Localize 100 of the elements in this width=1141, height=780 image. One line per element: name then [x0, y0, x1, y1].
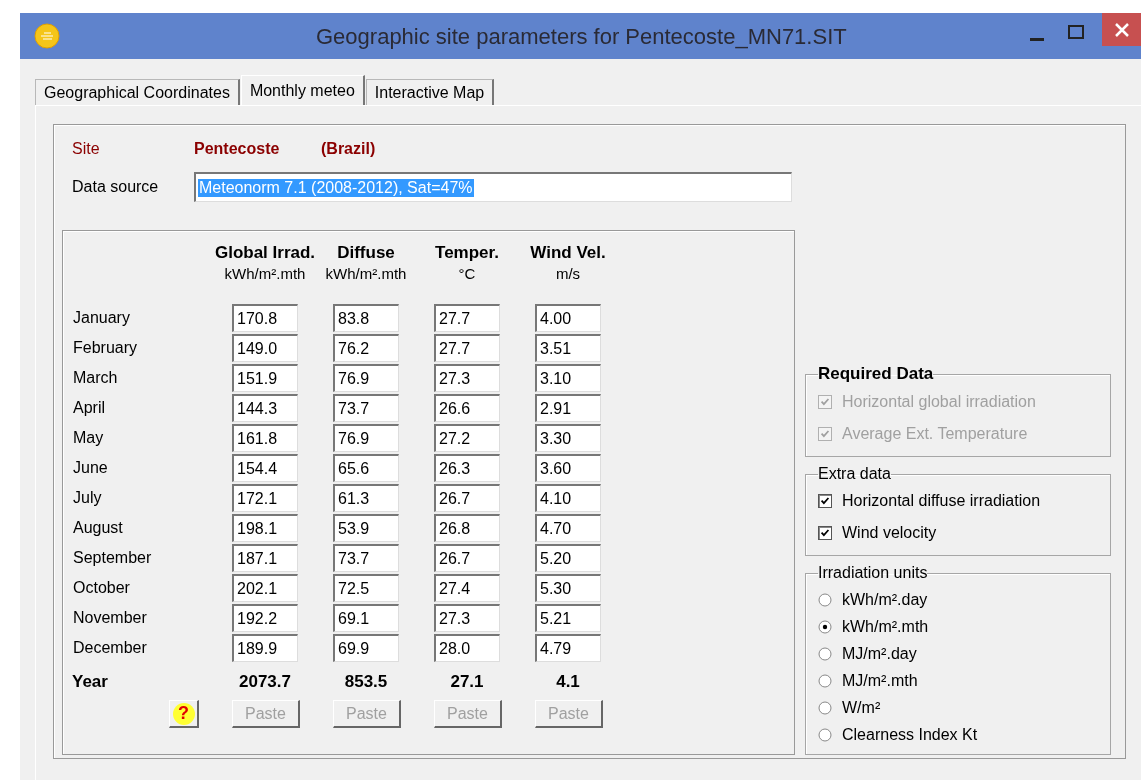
value-field[interactable]: 149.0: [232, 334, 298, 362]
radio-button[interactable]: [818, 727, 832, 742]
column-header: Temper.: [435, 243, 499, 263]
value-field[interactable]: 172.1: [232, 484, 298, 512]
value-field[interactable]: 202.1: [232, 574, 298, 602]
window-title: Geographic site parameters for Pentecoste_MN71.SIT: [316, 24, 847, 50]
year-label: Year: [72, 672, 109, 692]
radio-button[interactable]: [818, 673, 832, 688]
month-label: July: [72, 489, 103, 507]
month-label: March: [72, 369, 119, 387]
radio-label[interactable]: kWh/m².mth: [842, 617, 929, 636]
radio-label[interactable]: kWh/m².day: [842, 590, 928, 609]
close-icon: [1114, 21, 1130, 38]
group-title: Extra data: [818, 465, 891, 483]
value-field[interactable]: 65.6: [333, 454, 399, 482]
year-total: 4.1: [556, 672, 580, 692]
value-field[interactable]: 2.91: [535, 394, 601, 422]
value-field[interactable]: 26.8: [434, 514, 500, 542]
value-field[interactable]: 27.4: [434, 574, 500, 602]
radio-label[interactable]: Clearness Index Kt: [842, 725, 978, 744]
column-header: Diffuse: [337, 243, 395, 263]
column-header: Global Irrad.: [214, 243, 316, 263]
value-field[interactable]: 73.7: [333, 394, 399, 422]
year-total: 853.5: [344, 672, 388, 692]
column-unit: °C: [458, 265, 476, 282]
value-field[interactable]: 5.20: [535, 544, 601, 572]
tab[interactable]: Monthly meteo: [240, 75, 365, 105]
value-field[interactable]: 151.9: [232, 364, 298, 392]
value-field[interactable]: 5.21: [535, 604, 601, 632]
value-field[interactable]: 27.7: [434, 304, 500, 332]
value-field[interactable]: 76.2: [333, 334, 399, 362]
help-button[interactable]: ?: [169, 700, 199, 728]
value-field[interactable]: 189.9: [232, 634, 298, 662]
value-field[interactable]: 27.2: [434, 424, 500, 452]
value-field[interactable]: 76.9: [333, 364, 399, 392]
value-field[interactable]: 198.1: [232, 514, 298, 542]
value-field[interactable]: 192.2: [232, 604, 298, 632]
value-field[interactable]: 3.10: [535, 364, 601, 392]
month-label: April: [72, 399, 106, 417]
month-label: November: [72, 609, 148, 627]
group-title: Required Data: [818, 364, 934, 384]
month-label: September: [72, 549, 153, 567]
value-field[interactable]: 3.30: [535, 424, 601, 452]
value-field[interactable]: 28.0: [434, 634, 500, 662]
value-field[interactable]: 4.00: [535, 304, 601, 332]
value-field[interactable]: 170.8: [232, 304, 298, 332]
month-label: January: [72, 309, 131, 327]
column-header: Wind Vel.: [530, 243, 606, 263]
column-unit: kWh/m².mth: [224, 265, 306, 282]
value-field[interactable]: 27.3: [434, 604, 500, 632]
value-field[interactable]: 73.7: [333, 544, 399, 572]
value-field[interactable]: 144.3: [232, 394, 298, 422]
value-field[interactable]: 61.3: [333, 484, 399, 512]
value-field[interactable]: 26.6: [434, 394, 500, 422]
year-total: 2073.7: [239, 672, 291, 692]
value-field[interactable]: 27.3: [434, 364, 500, 392]
value-field[interactable]: 69.1: [333, 604, 399, 632]
maximize-icon[interactable]: [1068, 25, 1084, 39]
value-field[interactable]: 26.3: [434, 454, 500, 482]
value-field[interactable]: 154.4: [232, 454, 298, 482]
radio-button[interactable]: [818, 700, 832, 715]
month-label: February: [72, 339, 139, 357]
close-button[interactable]: [1102, 13, 1141, 46]
checkbox[interactable]: [818, 494, 832, 508]
value-field[interactable]: 26.7: [434, 544, 500, 572]
radio-label[interactable]: MJ/m².mth: [842, 671, 918, 690]
checkbox[interactable]: [818, 526, 832, 540]
month-label: October: [72, 579, 131, 597]
value-field[interactable]: 72.5: [333, 574, 399, 602]
radio-button[interactable]: [818, 592, 832, 607]
value-field[interactable]: 4.10: [535, 484, 601, 512]
site-country: (Brazil): [321, 140, 376, 158]
site-name: Pentecoste: [194, 140, 281, 158]
radio-button[interactable]: [818, 619, 832, 634]
value-field[interactable]: 26.7: [434, 484, 500, 512]
radio-button[interactable]: [818, 646, 832, 661]
value-field[interactable]: 3.51: [535, 334, 601, 362]
column-unit: m/s: [555, 265, 581, 282]
value-field[interactable]: 27.7: [434, 334, 500, 362]
radio-label[interactable]: W/m²: [842, 698, 881, 717]
month-label: June: [72, 459, 109, 477]
value-field[interactable]: 53.9: [333, 514, 399, 542]
radio-label[interactable]: MJ/m².day: [842, 644, 917, 663]
value-field[interactable]: 4.79: [535, 634, 601, 662]
value-field[interactable]: 69.9: [333, 634, 399, 662]
tab[interactable]: Geographical Coordinates: [35, 79, 240, 105]
value-field[interactable]: 5.30: [535, 574, 601, 602]
value-field[interactable]: 83.8: [333, 304, 399, 332]
checkbox-label[interactable]: Wind velocity: [842, 524, 937, 542]
tab[interactable]: Interactive Map: [365, 79, 495, 105]
value-field[interactable]: 161.8: [232, 424, 298, 452]
value-field[interactable]: 76.9: [333, 424, 399, 452]
year-total: 27.1: [450, 672, 484, 692]
data-source-label: Data source: [72, 178, 160, 196]
site-label: Site: [72, 140, 101, 158]
value-field[interactable]: 4.70: [535, 514, 601, 542]
checkbox-label[interactable]: Horizontal diffuse irradiation: [842, 492, 1041, 510]
value-field[interactable]: 3.60: [535, 454, 601, 482]
value-field[interactable]: 187.1: [232, 544, 298, 572]
month-label: May: [72, 429, 105, 447]
